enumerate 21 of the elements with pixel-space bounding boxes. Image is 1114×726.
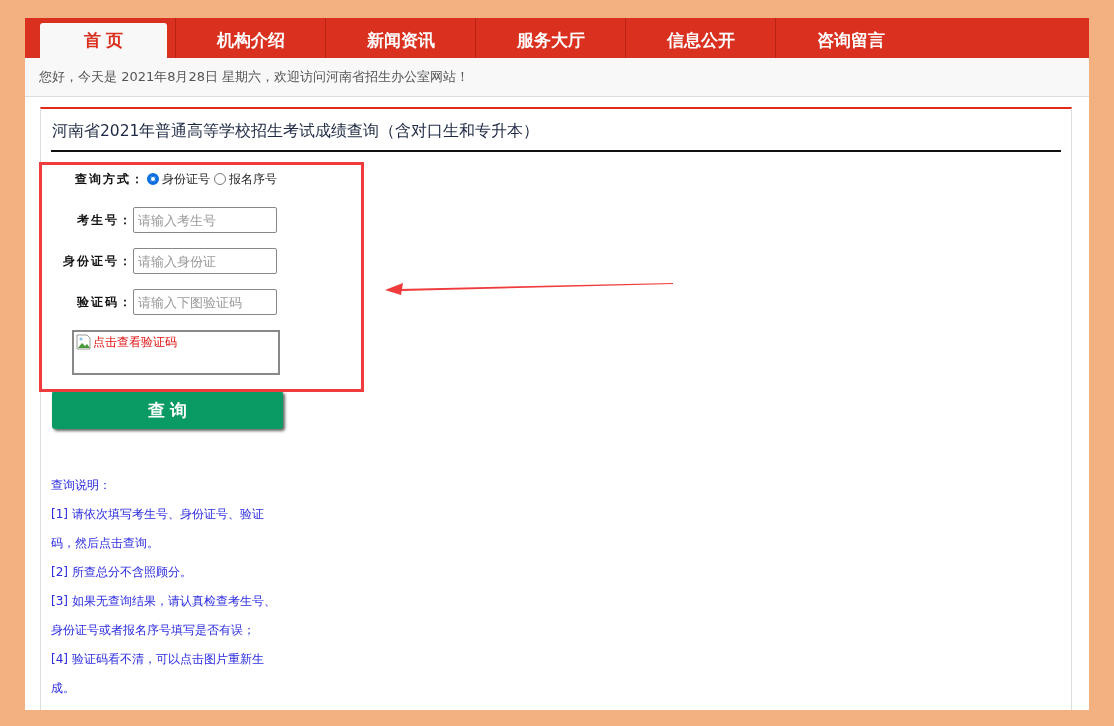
captcha-image[interactable]: 点击查看验证码: [72, 330, 280, 375]
input-field[interactable]: 请输入考生号: [133, 207, 277, 233]
instruction-text: [4] 验证码看不清，可以点击图片重新生成。: [51, 651, 265, 697]
query-button[interactable]: 查 询: [52, 391, 283, 429]
greeting-text: 您好，今天是 2021年8月28日 星期六，欢迎访问河南省招生办公室网站！: [39, 69, 470, 84]
radio-option[interactable]: 身份证号: [145, 170, 210, 188]
field-label: 身份证号：: [62, 252, 133, 270]
radio-option[interactable]: 报名序号: [212, 170, 277, 188]
instruction-text: 查询说明：: [51, 477, 112, 494]
instruction-text: [3] 如果无查询结果，请认真检查考生号、身份证号或者报名序号填写是否有误；: [51, 593, 277, 639]
field-label: 验证码：: [75, 293, 133, 311]
field-label: 考生号：: [76, 211, 133, 229]
input-field[interactable]: 请输入下图验证码: [133, 289, 277, 315]
instruction-text: [1] 请依次填写考生号、身份证号、验证码，然后点击查询。: [51, 506, 265, 552]
broken-image-icon: [76, 334, 92, 350]
nav-tab[interactable]: 首 页: [40, 23, 167, 58]
input-field[interactable]: 请输入身份证: [133, 248, 277, 274]
instruction-text: [2] 所查总分不含照顾分。: [51, 564, 193, 581]
page-title: 河南省2021年普通高等学校招生考试成绩查询（含对口生和专升本）: [51, 109, 1061, 152]
field-label: 查询方式：: [74, 170, 145, 188]
captcha-alt-text: 点击查看验证码: [93, 334, 177, 351]
